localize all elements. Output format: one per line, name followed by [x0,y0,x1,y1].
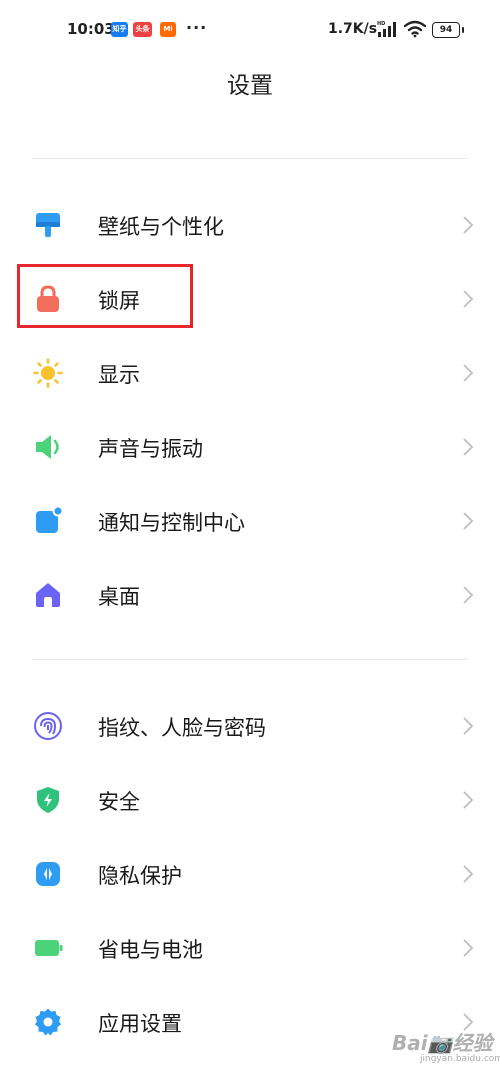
wifi-icon [403,20,427,38]
page-title: 设置 [227,73,273,99]
settings-item-privacy[interactable]: 隐私保护 [0,837,500,911]
settings-item-label: 桌面 [98,585,140,609]
chevron-right-icon [463,364,474,382]
battery-tip [462,27,464,33]
notification-icon [36,506,63,533]
chevron-right-icon [463,216,474,234]
sun-icon [33,358,63,388]
status-bar: 10:03 知乎 头条 Mi ··· 1.7K/s HD 94 [0,0,500,60]
wallpaper-icon [36,213,60,237]
battery-icon [35,940,63,956]
fingerprint-icon [34,712,62,740]
settings-item-label: 应用设置 [98,1012,182,1036]
toutiao-notification-icon: 头条 [133,22,152,37]
settings-item-label: 隐私保护 [98,864,182,888]
baidu-watermark: Bai📷经验 [392,1031,493,1055]
gear-icon [35,1008,61,1036]
settings-item-label: 指纹、人脸与密码 [98,716,266,740]
privacy-icon [36,862,60,886]
settings-item-battery[interactable]: 省电与电池 [0,911,500,985]
chevron-right-icon [463,791,474,809]
mi-notification-icon: Mi [160,22,176,37]
speaker-icon [36,435,59,459]
chevron-right-icon [463,717,474,735]
settings-item-label: 声音与振动 [98,437,203,461]
battery-indicator: 94 [432,22,460,38]
chevron-right-icon [463,865,474,883]
settings-item-home-screen[interactable]: 桌面 [0,558,500,632]
shield-icon [37,787,59,813]
divider [32,659,468,660]
svg-text:HD: HD [377,21,385,27]
chevron-right-icon [463,586,474,604]
settings-item-label: 省电与电池 [98,938,203,962]
signal-icon: HD [377,21,396,37]
settings-item-label: 安全 [98,790,140,814]
chevron-right-icon [463,290,474,308]
more-notifications-icon: ··· [186,18,208,37]
settings-item-security[interactable]: 安全 [0,763,500,837]
settings-item-notifications[interactable]: 通知与控制中心 [0,484,500,558]
divider [32,158,468,159]
highlight-annotation-box [17,264,193,328]
chevron-right-icon [463,512,474,530]
network-speed: 1.7K/s [328,21,378,37]
zhihu-notification-icon: 知乎 [111,22,128,37]
settings-item-label: 壁纸与个性化 [98,215,224,239]
baidu-watermark-url: jingyan.baidu.com [420,1054,500,1064]
settings-item-display[interactable]: 显示 [0,336,500,410]
settings-item-label: 通知与控制中心 [98,511,245,535]
chevron-right-icon [463,438,474,456]
status-time: 10:03 [67,20,115,38]
chevron-right-icon [463,939,474,957]
home-icon [36,583,60,607]
settings-item-sound[interactable]: 声音与振动 [0,410,500,484]
settings-item-wallpaper[interactable]: 壁纸与个性化 [0,188,500,262]
settings-item-fingerprint[interactable]: 指纹、人脸与密码 [0,689,500,763]
settings-item-label: 显示 [98,363,140,387]
